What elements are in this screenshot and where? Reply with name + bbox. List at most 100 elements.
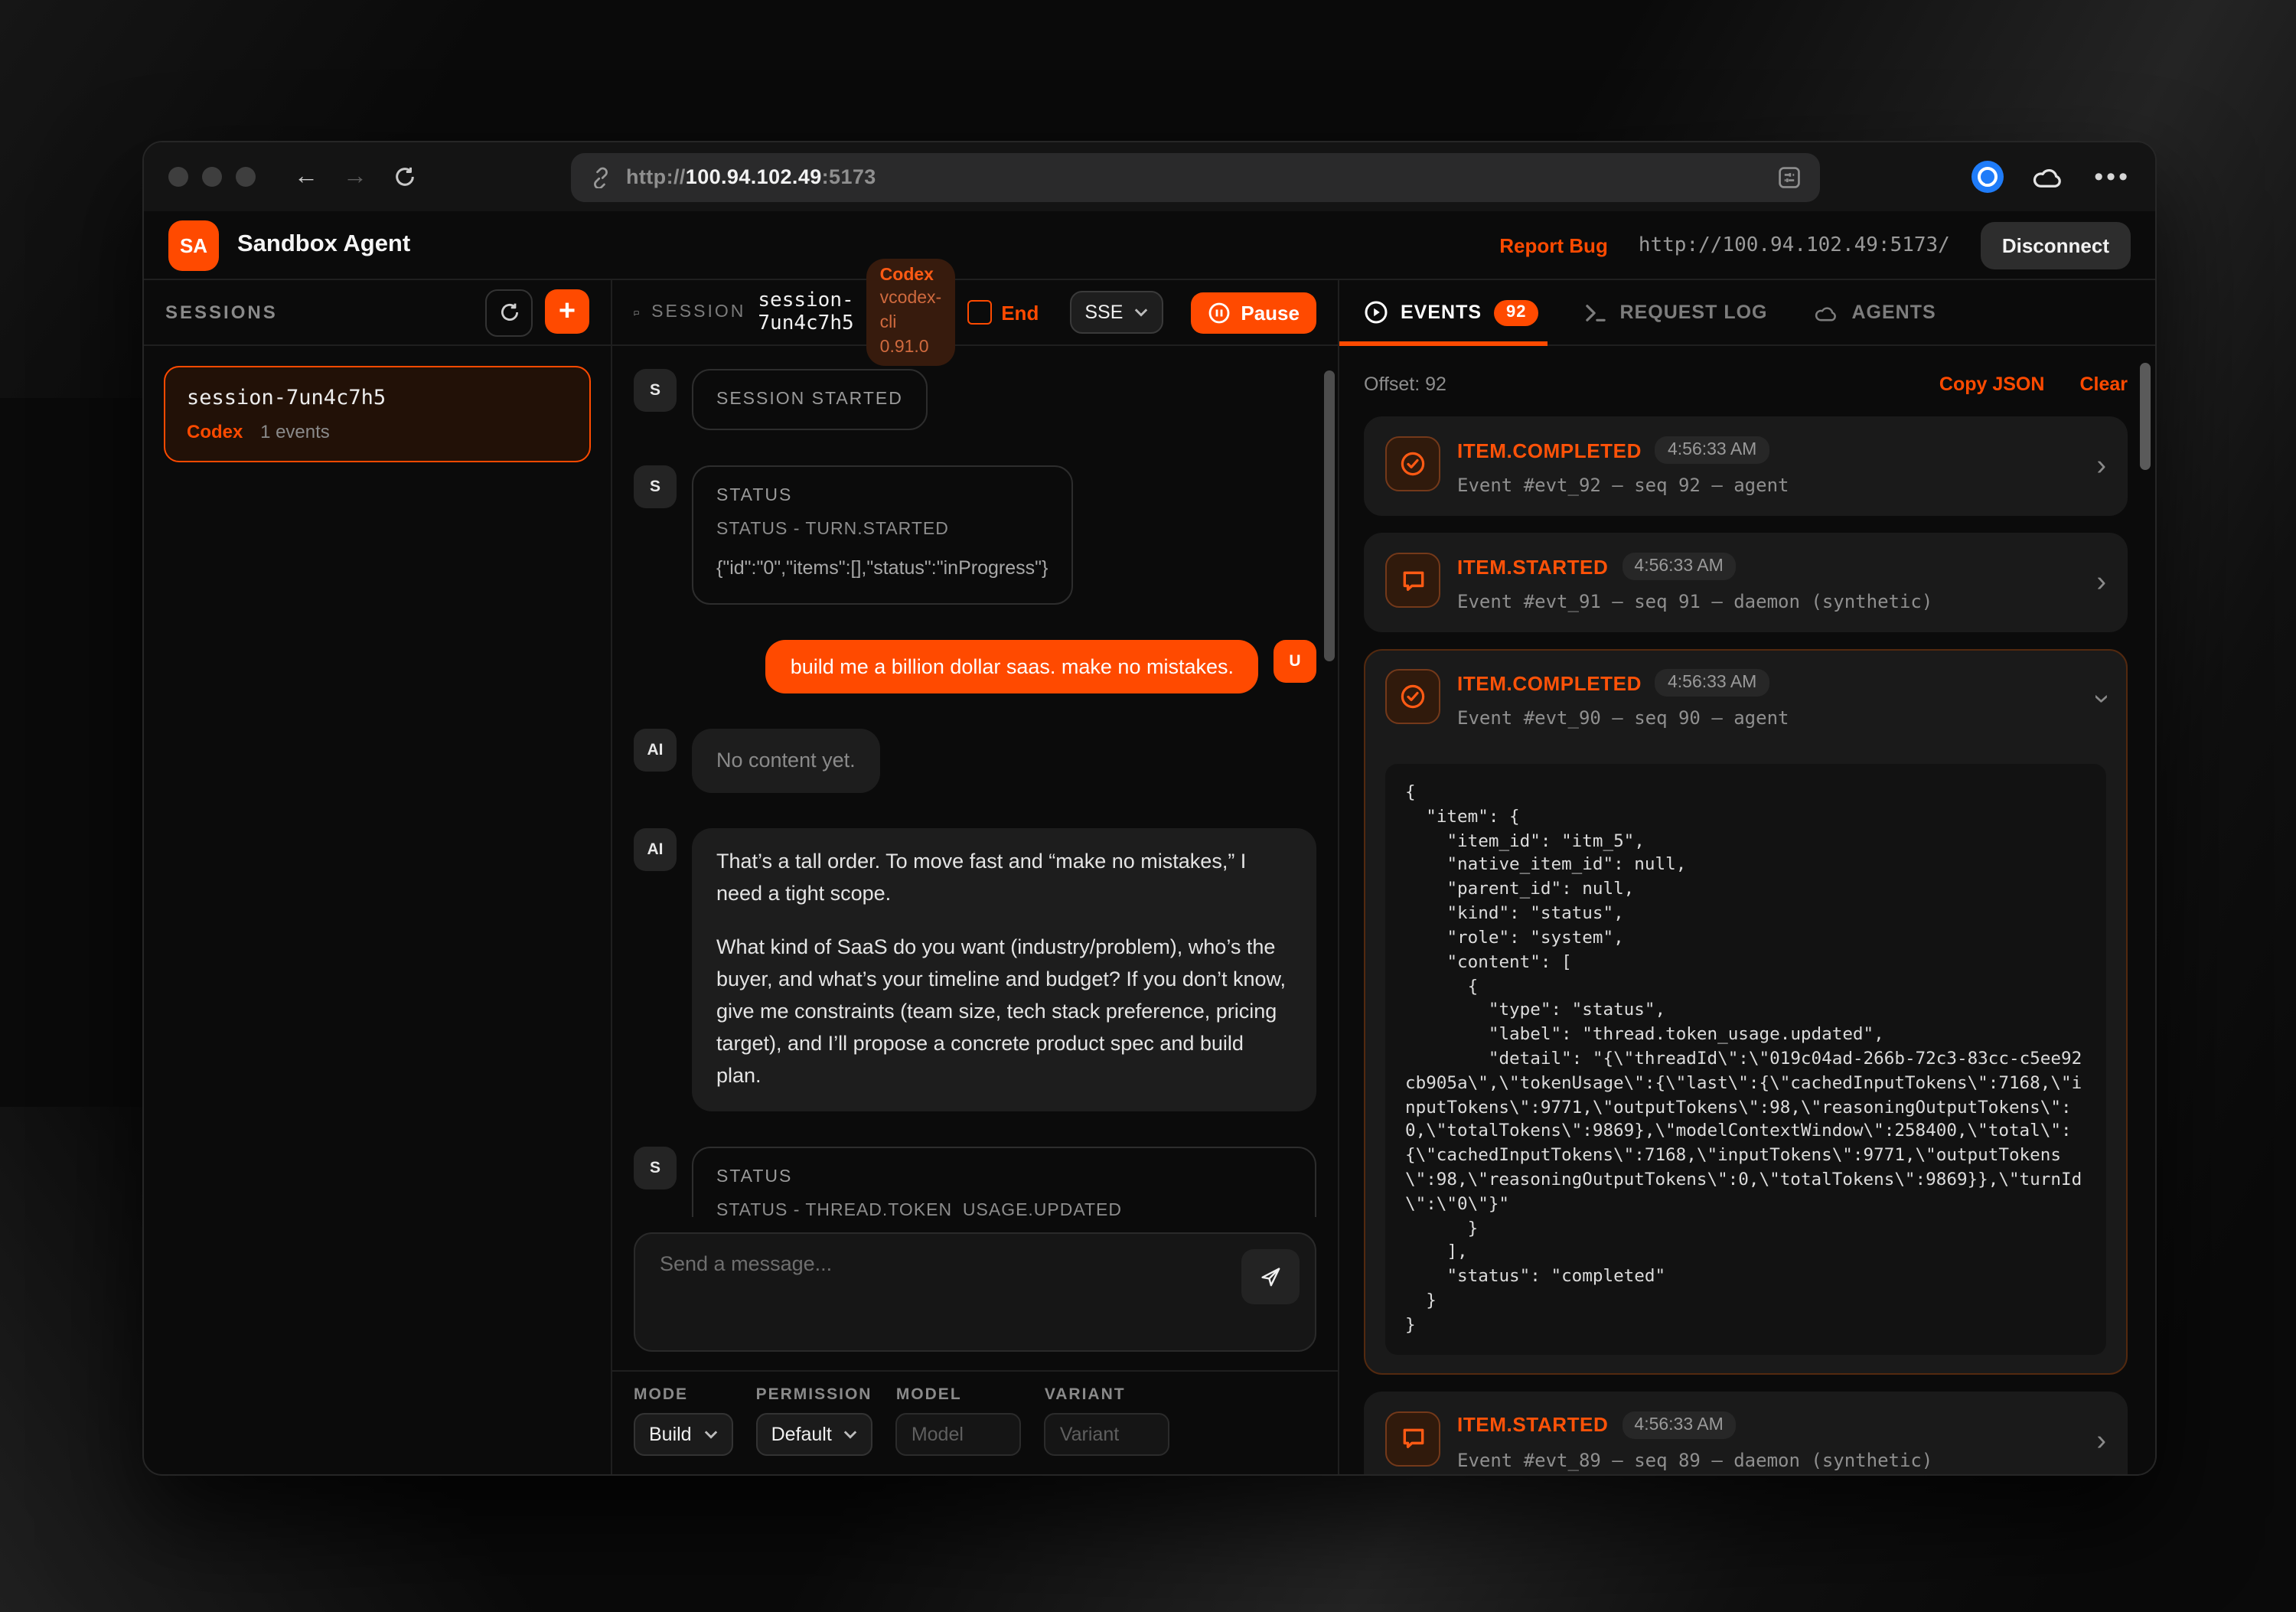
plus-icon: + bbox=[559, 296, 576, 325]
assistant-message: AI That’s a tall order. To move fast and… bbox=[634, 829, 1316, 1111]
desktop: ← → http://100.94.102.49:5173 bbox=[0, 0, 2296, 1612]
chevron-right-icon: › bbox=[2096, 452, 2106, 481]
app-header: SA Sandbox Agent Report Bug http://100.9… bbox=[144, 211, 2155, 280]
assistant-avatar: AI bbox=[634, 829, 677, 872]
offset-text: Offset: 92 bbox=[1364, 374, 1446, 395]
end-session-control[interactable]: End bbox=[967, 300, 1039, 325]
password-manager-icon[interactable] bbox=[1971, 161, 2004, 193]
event-card[interactable]: ITEM.COMPLETED 4:56:33 AM Event #evt_92 … bbox=[1364, 416, 2128, 516]
traffic-light-close[interactable] bbox=[168, 167, 188, 187]
refresh-icon bbox=[498, 302, 520, 323]
forward-button[interactable]: → bbox=[335, 157, 375, 197]
pause-button[interactable]: Pause bbox=[1190, 292, 1316, 333]
model-input[interactable] bbox=[896, 1413, 1022, 1456]
reader-settings-icon[interactable] bbox=[1777, 165, 1802, 189]
reload-icon bbox=[393, 165, 416, 188]
user-message: build me a billion dollar saas. make no … bbox=[634, 641, 1316, 694]
session-header-name: session-7un4c7h5 bbox=[758, 289, 853, 335]
traffic-lights bbox=[168, 167, 256, 187]
chevron-down-icon bbox=[1133, 308, 1147, 317]
message-input[interactable] bbox=[657, 1249, 1241, 1341]
send-icon bbox=[1258, 1264, 1283, 1289]
reload-button[interactable] bbox=[384, 157, 424, 197]
send-button[interactable] bbox=[1241, 1249, 1300, 1304]
message-bubble: build me a billion dollar saas. make no … bbox=[766, 641, 1258, 694]
chevron-down-icon bbox=[704, 1430, 718, 1439]
item-completed-icon bbox=[1385, 436, 1440, 491]
model-label: MODEL bbox=[896, 1385, 1022, 1404]
transport-select[interactable]: SSE bbox=[1069, 291, 1163, 334]
chat-column: SESSION session-7un4c7h5 Codex vcodex-cl… bbox=[612, 280, 1339, 1474]
system-avatar: S bbox=[634, 369, 677, 412]
copy-json-button[interactable]: Copy JSON bbox=[1939, 374, 2045, 395]
play-circle-icon bbox=[1364, 300, 1388, 325]
composer bbox=[612, 1217, 1338, 1370]
pause-icon bbox=[1207, 301, 1230, 324]
assistant-avatar: AI bbox=[634, 729, 677, 772]
browser-window: ← → http://100.94.102.49:5173 bbox=[142, 141, 2157, 1476]
end-checkbox[interactable] bbox=[967, 300, 992, 325]
report-bug-link[interactable]: Report Bug bbox=[1499, 233, 1608, 256]
session-controls: MODE Build PERMISSION Default bbox=[612, 1370, 1338, 1474]
event-time: 4:56:33 AM bbox=[1655, 669, 1769, 697]
system-message: S SESSION STARTED bbox=[634, 369, 1316, 430]
tab-events[interactable]: EVENTS 92 bbox=[1364, 280, 1539, 344]
new-session-button[interactable]: + bbox=[545, 289, 589, 333]
mode-select[interactable]: Build bbox=[634, 1413, 733, 1456]
mode-label: MODE bbox=[634, 1385, 733, 1404]
browser-chrome: ← → http://100.94.102.49:5173 bbox=[144, 142, 2155, 211]
tab-request-log[interactable]: REQUEST LOG bbox=[1585, 280, 1768, 344]
tab-agents[interactable]: AGENTS bbox=[1814, 280, 1936, 344]
chat-scrollbar[interactable] bbox=[1324, 370, 1335, 661]
url-bar[interactable]: http://100.94.102.49:5173 bbox=[571, 152, 1820, 201]
link-icon bbox=[589, 165, 612, 188]
chevron-right-icon: › bbox=[2096, 568, 2106, 597]
message-bubble: That’s a tall order. To move fast and “m… bbox=[692, 829, 1316, 1111]
event-time: 4:56:33 AM bbox=[1622, 1411, 1735, 1438]
event-time: 4:56:33 AM bbox=[1622, 553, 1735, 580]
refresh-sessions-button[interactable] bbox=[485, 289, 533, 336]
message-bubble: No content yet. bbox=[692, 729, 880, 794]
app-logo: SA bbox=[168, 220, 219, 270]
traffic-light-maximize[interactable] bbox=[236, 167, 256, 187]
message-bubble: STATUS STATUS - THREAD.TOKEN_USAGE.UPDAT… bbox=[692, 1147, 1316, 1217]
session-label: SESSION bbox=[651, 303, 745, 321]
end-label: End bbox=[1001, 301, 1039, 324]
server-url: http://100.94.102.49:5173/ bbox=[1639, 233, 1950, 256]
events-panel: EVENTS 92 REQUEST LOG AGENTS bbox=[1339, 280, 2155, 1474]
traffic-light-minimize[interactable] bbox=[202, 167, 222, 187]
back-arrow-icon: ← bbox=[294, 163, 318, 191]
events-count-badge: 92 bbox=[1494, 299, 1539, 325]
session-list-item[interactable]: session-7un4c7h5 Codex 1 events bbox=[164, 366, 591, 462]
permission-select[interactable]: Default bbox=[756, 1413, 873, 1456]
event-card-expanded[interactable]: ITEM.COMPLETED 4:56:33 AM Event #evt_90 … bbox=[1364, 649, 2128, 1374]
clear-button[interactable]: Clear bbox=[2079, 374, 2128, 395]
message-bubble: SESSION STARTED bbox=[692, 369, 928, 430]
variant-input[interactable] bbox=[1045, 1413, 1170, 1456]
event-json-detail: { "item": { "item_id": "itm_5", "native_… bbox=[1385, 764, 2106, 1354]
url-text: http://100.94.102.49:5173 bbox=[626, 165, 876, 188]
assistant-message: AI No content yet. bbox=[634, 729, 1316, 794]
session-name: session-7un4c7h5 bbox=[187, 386, 568, 410]
chevron-down-icon: › bbox=[2087, 694, 2116, 704]
session-bubble-icon bbox=[634, 301, 639, 324]
events-scrollbar[interactable] bbox=[2140, 363, 2151, 470]
message-bubble: STATUS STATUS - TURN.STARTED {"id":"0","… bbox=[692, 465, 1072, 605]
browser-menu-icon[interactable]: ••• bbox=[2094, 162, 2131, 192]
cloud-icon[interactable] bbox=[2031, 164, 2066, 190]
message-list: S SESSION STARTED S STATUS STATUS - TURN… bbox=[612, 346, 1338, 1217]
item-started-icon bbox=[1385, 1411, 1440, 1466]
disconnect-button[interactable]: Disconnect bbox=[1981, 221, 2131, 269]
permission-label: PERMISSION bbox=[756, 1385, 873, 1404]
event-card[interactable]: ITEM.STARTED 4:56:33 AM Event #evt_89 – … bbox=[1364, 1391, 2128, 1474]
app-title: Sandbox Agent bbox=[237, 231, 410, 259]
event-card[interactable]: ITEM.STARTED 4:56:33 AM Event #evt_91 – … bbox=[1364, 533, 2128, 632]
system-message: S STATUS STATUS - THREAD.TOKEN_USAGE.UPD… bbox=[634, 1147, 1316, 1217]
session-agent: Codex bbox=[187, 421, 243, 442]
item-completed-icon bbox=[1385, 669, 1440, 724]
user-avatar: U bbox=[1274, 641, 1316, 684]
session-event-count: 1 events bbox=[260, 421, 330, 442]
back-button[interactable]: ← bbox=[286, 157, 326, 197]
chevron-down-icon bbox=[844, 1430, 858, 1439]
password-manager-ring bbox=[1978, 167, 1998, 187]
